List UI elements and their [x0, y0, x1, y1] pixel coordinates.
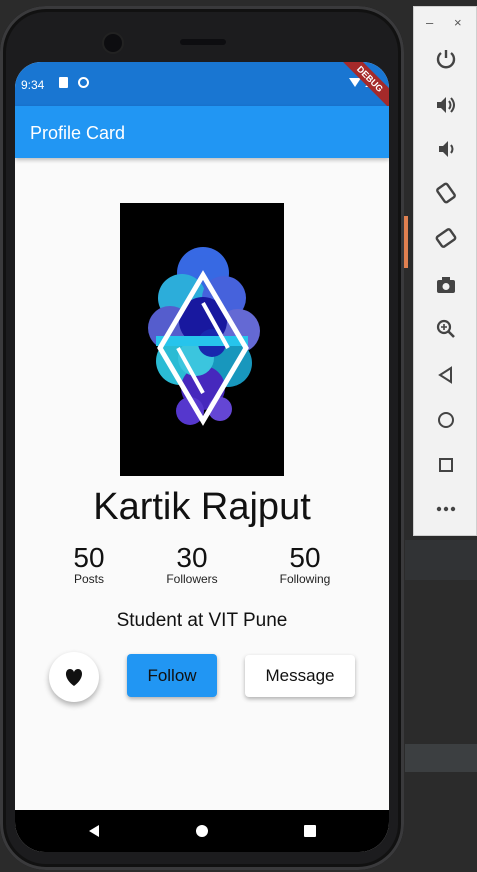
ide-background-strip	[405, 744, 477, 772]
front-camera	[104, 34, 122, 52]
navigation-bar	[15, 810, 389, 852]
message-button[interactable]: Message	[245, 655, 355, 697]
status-time: 9:34	[21, 78, 45, 92]
phone-frame: 9:34 DEBUG Profile Card Kartik Rajput 50…	[0, 6, 404, 870]
screenshot-button[interactable]	[432, 271, 460, 299]
sync-icon	[78, 77, 89, 88]
stat-value: 30	[176, 542, 208, 573]
more-icon	[436, 506, 456, 512]
panel-window-controls: – ×	[414, 15, 477, 33]
rotate-left-icon	[436, 182, 456, 204]
profile-image	[120, 203, 284, 476]
rotate-right-button[interactable]	[432, 224, 460, 252]
overview-button[interactable]	[432, 451, 460, 479]
stat-posts: 50 Posts	[39, 542, 139, 586]
zoom-icon	[436, 319, 455, 338]
status-bar: 9:34 DEBUG	[15, 62, 389, 116]
back-button[interactable]	[432, 361, 460, 389]
volume-up-button[interactable]	[432, 91, 460, 119]
floral-diamond-artwork	[148, 247, 260, 426]
overview-icon	[439, 458, 453, 472]
emulator-panel: – ×	[413, 6, 477, 536]
profile-name: Kartik Rajput	[93, 486, 311, 528]
home-icon	[438, 412, 454, 428]
nav-home-icon[interactable]	[195, 824, 209, 838]
stat-following: 50 Following	[255, 542, 355, 586]
stat-value: 50	[289, 542, 321, 573]
nav-back-icon[interactable]	[87, 824, 101, 838]
nav-recents-icon[interactable]	[303, 824, 317, 838]
volume-down-button[interactable]	[432, 135, 460, 163]
volume-down-icon	[439, 141, 454, 157]
follow-button[interactable]: Follow	[127, 654, 217, 697]
profile-stats: 50 Posts 30 Followers 50 Following	[15, 542, 389, 592]
back-icon	[438, 366, 452, 384]
stat-label: Posts	[73, 572, 104, 586]
stat-value: 50	[73, 542, 105, 573]
stat-followers: 30 Followers	[142, 542, 242, 586]
close-button[interactable]: ×	[454, 15, 462, 30]
heart-icon	[65, 669, 83, 686]
app-bar: Profile Card	[15, 106, 389, 158]
more-button[interactable]	[432, 495, 460, 523]
power-button[interactable]	[432, 45, 460, 73]
device-screen: 9:34 DEBUG Profile Card Kartik Rajput 50…	[15, 62, 389, 852]
volume-up-icon	[437, 97, 455, 113]
minimize-button[interactable]: –	[426, 15, 433, 30]
camera-icon	[437, 277, 455, 293]
profile-bio: Student at VIT Pune	[116, 610, 288, 631]
sd-card-icon	[59, 77, 68, 88]
ide-accent-bar	[404, 216, 408, 268]
rotate-right-icon	[435, 228, 457, 248]
like-button[interactable]	[49, 652, 99, 702]
rotate-left-button[interactable]	[432, 179, 460, 207]
stat-label: Following	[279, 572, 331, 586]
zoom-button[interactable]	[432, 315, 460, 343]
ide-background-strip	[405, 540, 477, 580]
home-button[interactable]	[432, 406, 460, 434]
power-icon	[436, 50, 456, 69]
earpiece-speaker	[180, 39, 226, 45]
app-bar-title: Profile Card	[30, 123, 126, 143]
stat-label: Followers	[166, 572, 218, 586]
